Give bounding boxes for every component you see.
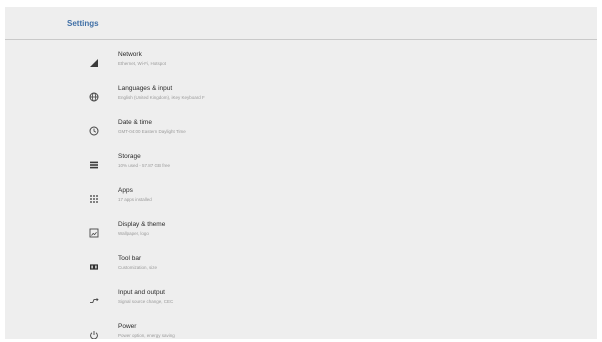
settings-item-apps[interactable]: Apps 17 apps installed [5,187,597,215]
settings-item-subtitle: GMT-04:00 Eastern Daylight Time [118,129,186,134]
settings-item-subtitle: Ethernet, Wi-Fi, Hotspot [118,61,167,66]
settings-item-label: Input and output [118,289,165,296]
settings-item-label: Languages & input [118,85,173,92]
settings-item-label: Storage [118,153,141,160]
storage-icon [87,158,101,172]
display-theme-icon [87,226,101,240]
settings-item-date-time[interactable]: Date & time GMT-04:00 Eastern Daylight T… [5,119,597,147]
app-header: Settings [5,7,597,40]
settings-item-tool-bar[interactable]: Tool bar Customization, size [5,255,597,283]
page-title: Settings [67,18,99,28]
settings-item-display-theme[interactable]: Display & theme Wallpaper, logo [5,221,597,249]
settings-item-subtitle: Customization, size [118,265,158,270]
tool-bar-icon [87,260,101,274]
settings-item-input-output[interactable]: Input and output Signal source change, C… [5,289,597,317]
settings-item-subtitle: Wallpaper, logo [118,231,149,236]
settings-item-subtitle: Signal source change, CEC [118,299,174,304]
settings-item-subtitle: 17 apps installed [118,197,152,202]
settings-item-label: Network [118,51,142,58]
clock-icon [87,124,101,138]
settings-item-languages[interactable]: Languages & input English (United Kingdo… [5,85,597,113]
settings-item-power[interactable]: Power Power option, energy saving [5,323,597,339]
settings-item-label: Apps [118,187,133,194]
network-signal-icon [87,56,101,70]
settings-item-label: Tool bar [118,255,142,262]
settings-item-label: Display & theme [118,221,166,228]
globe-icon [87,90,101,104]
settings-item-subtitle: English (United Kingdom), iKey Keyboard … [118,95,205,100]
settings-item-subtitle: 10% used - 57.87 GB free [118,163,171,168]
input-output-icon [87,294,101,308]
settings-item-storage[interactable]: Storage 10% used - 57.87 GB free [5,153,597,181]
apps-grid-icon [87,192,101,206]
settings-window: Settings Network Ethernet, Wi-Fi, Hotspo… [5,7,597,339]
power-icon [87,328,101,339]
settings-item-subtitle: Power option, energy saving [118,333,175,338]
settings-item-network[interactable]: Network Ethernet, Wi-Fi, Hotspot [5,51,597,79]
settings-item-label: Power [118,323,137,330]
settings-item-label: Date & time [118,119,152,126]
